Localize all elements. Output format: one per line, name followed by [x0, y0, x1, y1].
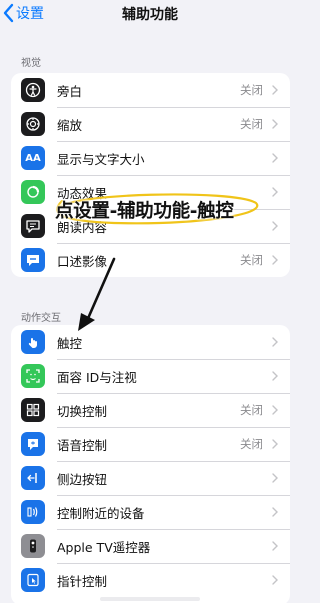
row-label: 显示与文字大小 [57, 151, 145, 167]
voiceover-icon [21, 78, 45, 102]
list-item-display-text-size[interactable]: AA 显示与文字大小 [11, 141, 290, 175]
row-value: 关闭 [240, 437, 263, 451]
pointer-icon [21, 568, 45, 592]
list-item-switch-control[interactable]: 切换控制 关闭 [11, 393, 290, 427]
row-label: Apple TV遥控器 [57, 539, 151, 555]
chevron-right-icon [272, 405, 278, 415]
touch-hand-icon [21, 330, 45, 354]
row-label: 旁白 [57, 83, 83, 99]
row-label: 语音控制 [57, 437, 108, 453]
chevron-right-icon [272, 541, 278, 551]
row-label: 侧边按钮 [57, 471, 108, 487]
text-size-icon: AA [21, 146, 45, 170]
list-item-apple-tv-remote[interactable]: Apple TV遥控器 [11, 529, 290, 563]
list-item-face-id-attention[interactable]: 面容 ID与注视 [11, 359, 290, 393]
switch-control-icon [21, 398, 45, 422]
chevron-right-icon [272, 255, 278, 265]
motion-icon [21, 180, 45, 204]
chevron-right-icon [272, 439, 278, 449]
list-item-side-button[interactable]: 侧边按钮 [11, 461, 290, 495]
row-value: 关闭 [240, 117, 263, 131]
page-title: 辅助功能 [122, 7, 178, 23]
list-item-audio-descriptions[interactable]: 口述影像 关闭 [11, 243, 290, 277]
row-value: 关闭 [240, 83, 263, 97]
section-header-vision: 视觉 [21, 58, 41, 69]
row-label: 口述影像 [57, 253, 108, 269]
chevron-right-icon [272, 371, 278, 381]
row-value: 关闭 [240, 403, 263, 417]
navigation-bar: 设置 辅助功能 [0, 0, 300, 30]
list-item-control-nearby-devices[interactable]: 控制附近的设备 [11, 495, 290, 529]
side-button-icon [21, 466, 45, 490]
chevron-right-icon [272, 221, 278, 231]
chevron-right-icon [272, 153, 278, 163]
list-item-touch[interactable]: 触控 [11, 325, 290, 359]
list-item-pointer-control[interactable]: 指针控制 [11, 563, 290, 597]
chevron-right-icon [272, 473, 278, 483]
chevron-right-icon [272, 507, 278, 517]
list-item-zoom[interactable]: 缩放 关闭 [11, 107, 290, 141]
row-label: 缩放 [57, 117, 83, 133]
chevron-right-icon [272, 187, 278, 197]
speech-bubble-icon [21, 214, 45, 238]
row-label: 面容 ID与注视 [57, 369, 137, 385]
audio-description-icon [21, 248, 45, 272]
voice-control-icon [21, 432, 45, 456]
vision-settings-list: 旁白 关闭 缩放 关闭 AA 显示与文字大小 动态效果 朗读内容 口述影像 关闭 [11, 73, 290, 277]
zoom-icon [21, 112, 45, 136]
list-item-voiceover[interactable]: 旁白 关闭 [11, 73, 290, 107]
home-indicator [100, 597, 200, 601]
row-label: 指针控制 [57, 573, 108, 589]
row-label: 切换控制 [57, 403, 108, 419]
row-value: 关闭 [240, 253, 263, 267]
row-label: 控制附近的设备 [57, 505, 145, 521]
section-header-interaction: 动作交互 [21, 313, 61, 324]
nearby-devices-icon [21, 500, 45, 524]
row-label: 触控 [57, 335, 83, 351]
annotation-text: 点设置-辅助功能-触控 [55, 201, 234, 222]
chevron-right-icon [272, 337, 278, 347]
chevron-right-icon [272, 575, 278, 585]
list-item-voice-control[interactable]: 语音控制 关闭 [11, 427, 290, 461]
chevron-right-icon [272, 85, 278, 95]
chevron-right-icon [272, 119, 278, 129]
face-id-icon [21, 364, 45, 388]
interaction-settings-list: 触控 面容 ID与注视 切换控制 关闭 语音控制 关闭 侧边按钮 控制附近的设备… [11, 325, 290, 603]
remote-icon [21, 534, 45, 558]
